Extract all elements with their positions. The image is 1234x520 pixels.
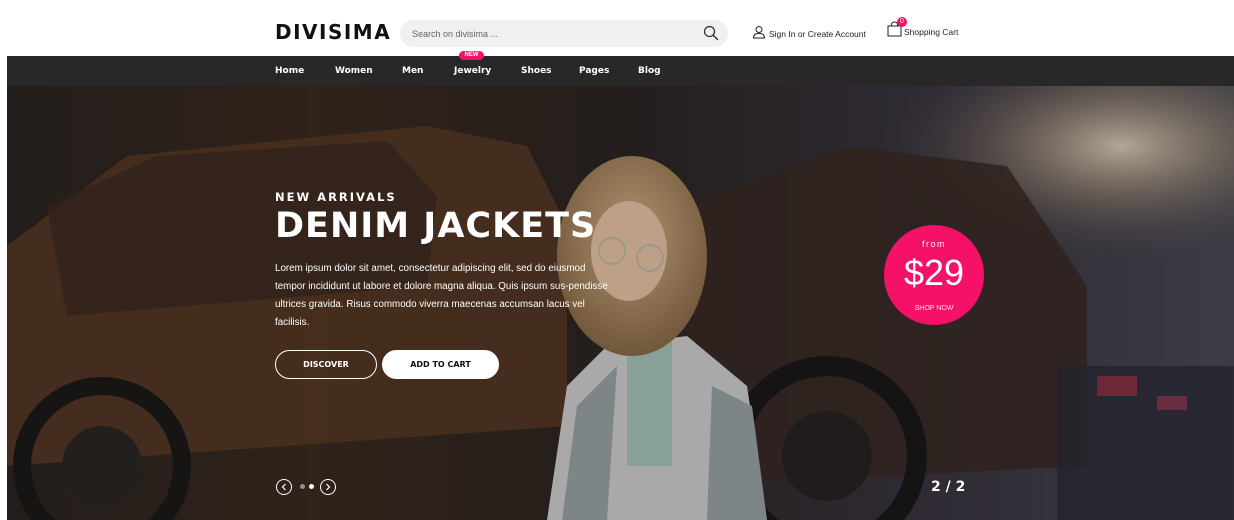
nav-item-pages[interactable]: Pages	[579, 56, 609, 86]
site-header: DIVISIMA Sign In or Create Account 0 Sho…	[0, 0, 1234, 56]
nav-item-home[interactable]: Home	[275, 56, 304, 86]
search-bar	[400, 20, 728, 47]
new-badge: NEW	[459, 51, 484, 60]
search-icon[interactable]	[703, 25, 719, 41]
hero-tagline: NEW ARRIVALS	[275, 190, 397, 204]
cart-label: Shopping Cart	[904, 27, 959, 37]
price-from-label: from	[922, 239, 946, 249]
add-to-cart-button[interactable]: ADD TO CART	[382, 350, 499, 379]
brand-logo[interactable]: DIVISIMA	[275, 20, 391, 44]
price-promo-badge[interactable]: from $29 SHOP NOW	[884, 225, 984, 325]
nav-item-women[interactable]: Women	[335, 56, 373, 86]
slider-dot-1[interactable]	[300, 484, 305, 489]
shop-now-link[interactable]: SHOP NOW	[884, 305, 984, 312]
nav-item-jewelry[interactable]: Jewelry	[454, 56, 491, 86]
slide-counter: 2 / 2	[931, 479, 966, 495]
hero-slider	[7, 86, 1234, 520]
user-icon	[752, 26, 766, 39]
main-nav: Home Women Men Jewelry Shoes Pages Blog	[7, 56, 1234, 86]
discover-button[interactable]: DISCOVER	[275, 350, 377, 379]
hero-title: DENIM JACKETS	[275, 206, 597, 246]
search-input[interactable]	[412, 20, 692, 47]
nav-item-blog[interactable]: Blog	[638, 56, 661, 86]
nav-item-shoes[interactable]: Shoes	[521, 56, 552, 86]
slider-dot-2[interactable]	[309, 484, 314, 489]
account-link[interactable]: Sign In or Create Account	[752, 21, 866, 39]
nav-item-men[interactable]: Men	[402, 56, 423, 86]
cart-count-badge: 0	[897, 17, 907, 27]
hero-description: Lorem ipsum dolor sit amet, consectetur …	[275, 263, 608, 328]
price-amount: $29	[903, 252, 965, 293]
chevron-right-icon	[326, 483, 331, 491]
slider-next-button[interactable]	[320, 479, 336, 495]
hero-background-image	[7, 86, 1234, 520]
account-label: Sign In or Create Account	[769, 29, 866, 39]
chevron-left-icon	[281, 483, 286, 491]
slider-prev-button[interactable]	[276, 479, 292, 495]
